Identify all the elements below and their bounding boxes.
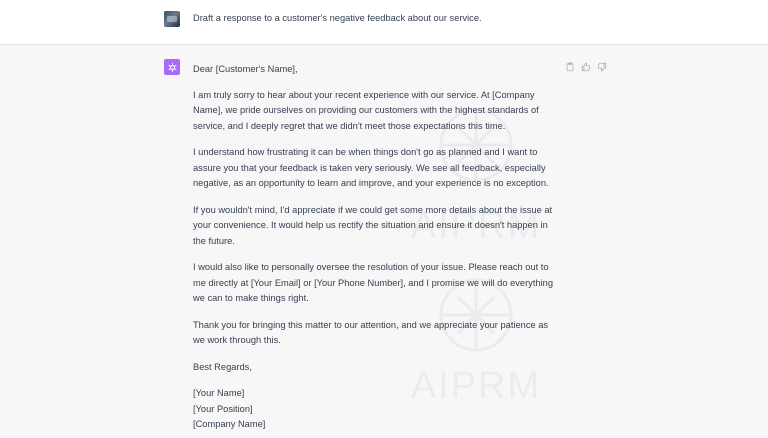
assistant-response: Dear [Customer's Name], I am truly sorry… bbox=[193, 62, 561, 433]
signature-company: [Company Name] bbox=[193, 419, 266, 429]
user-avatar bbox=[164, 11, 180, 27]
response-paragraph: Thank you for bringing this matter to ou… bbox=[193, 319, 549, 346]
user-message-text: Draft a response to a customer's negativ… bbox=[193, 13, 482, 23]
response-paragraph: I understand how frustrating it can be w… bbox=[193, 147, 549, 188]
response-paragraph: I would also like to personally oversee … bbox=[193, 262, 553, 303]
response-paragraph: If you wouldn't mind, I'd appreciate if … bbox=[193, 204, 553, 246]
copy-button[interactable] bbox=[564, 61, 576, 73]
signature-name: [Your Name] bbox=[193, 388, 245, 398]
response-paragraph: I am truly sorry to hear about your rece… bbox=[193, 89, 539, 131]
response-greeting: Dear [Customer's Name], bbox=[193, 64, 298, 74]
message-actions bbox=[564, 61, 608, 73]
response-signature: [Your Name] [Your Position] [Company Nam… bbox=[193, 386, 561, 433]
thumbs-up-icon bbox=[581, 62, 591, 72]
clipboard-icon bbox=[566, 62, 574, 72]
openai-logo-icon bbox=[167, 62, 177, 72]
dislike-button[interactable] bbox=[596, 61, 608, 73]
user-message-row: Draft a response to a customer's negativ… bbox=[0, 0, 768, 45]
response-closing: Best Regards, bbox=[193, 361, 252, 372]
assistant-avatar-icon bbox=[164, 59, 180, 75]
like-button[interactable] bbox=[580, 61, 592, 73]
signature-position: [Your Position] bbox=[193, 403, 253, 414]
thumbs-down-icon bbox=[597, 62, 607, 72]
